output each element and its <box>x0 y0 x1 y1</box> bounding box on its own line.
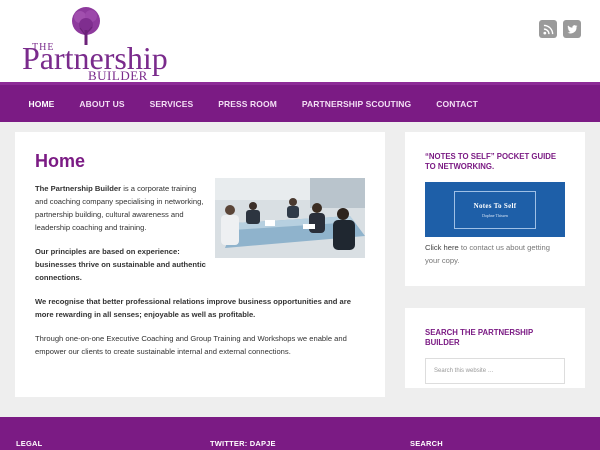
main-content: Home The Partnership Builder is a corpor… <box>15 132 385 397</box>
through-paragraph: Through one-on-one Executive Coaching an… <box>35 334 347 356</box>
rss-icon <box>542 24 553 35</box>
nav-item-partnership-scouting[interactable]: PARTNERSHIP SCOUTING <box>289 99 423 109</box>
book-title: Notes To Self <box>473 201 517 210</box>
guide-widget-text: Click here to contact us about getting y… <box>425 241 565 267</box>
search-input[interactable]: Search this website … <box>425 358 565 384</box>
logo-sub-text: BUILDER <box>88 68 148 83</box>
site-header: THE Partnership BUILDER <box>0 0 600 82</box>
footer-twitter-title: TWITTER: DAPJE <box>210 439 276 448</box>
intro-bold: The Partnership Builder <box>35 184 122 193</box>
book-cover-image[interactable]: Notes To Self Daphne Thissen <box>425 182 565 237</box>
click-here-link[interactable]: Click here <box>425 243 459 252</box>
footer-search-title: SEARCH <box>410 439 443 448</box>
meeting-photo <box>215 178 365 258</box>
rss-button[interactable] <box>539 20 557 38</box>
nav-item-contact[interactable]: CONTACT <box>424 99 491 109</box>
nav-item-services[interactable]: SERVICES <box>137 99 206 109</box>
search-widget-title: SEARCH THE PARTNERSHIP BUILDER <box>425 328 534 347</box>
main-nav: HOME ABOUT US SERVICES PRESS ROOM PARTNE… <box>0 82 600 122</box>
intro-paragraph: The Partnership Builder is a corporate t… <box>35 182 207 234</box>
book-cover-frame: Notes To Self Daphne Thissen <box>454 190 536 229</box>
footer: LEGAL TWITTER: DAPJE SEARCH <box>0 417 600 450</box>
guide-widget: “NOTES TO SELF” POCKET GUIDE TO NETWORKI… <box>405 132 585 286</box>
twitter-button[interactable] <box>563 20 581 38</box>
nav-item-home[interactable]: HOME <box>16 99 67 109</box>
principles-paragraph: Our principles are based on experience: … <box>35 245 207 284</box>
book-author: Daphne Thissen <box>482 212 508 218</box>
site-logo[interactable]: THE Partnership BUILDER <box>22 6 168 82</box>
principles-text: Our principles are based on experience: … <box>35 247 206 282</box>
footer-legal-title: LEGAL <box>16 439 43 448</box>
guide-widget-title: “NOTES TO SELF” POCKET GUIDE TO NETWORKI… <box>425 152 557 171</box>
recognise-paragraph: We recognise that better professional re… <box>35 295 365 321</box>
nav-item-press-room[interactable]: PRESS ROOM <box>206 99 290 109</box>
page-title: Home <box>35 151 86 171</box>
search-widget: SEARCH THE PARTNERSHIP BUILDER Search th… <box>405 308 585 388</box>
recognise-text: We recognise that better professional re… <box>35 297 351 319</box>
twitter-icon <box>566 24 578 33</box>
nav-item-about-us[interactable]: ABOUT US <box>67 99 137 109</box>
